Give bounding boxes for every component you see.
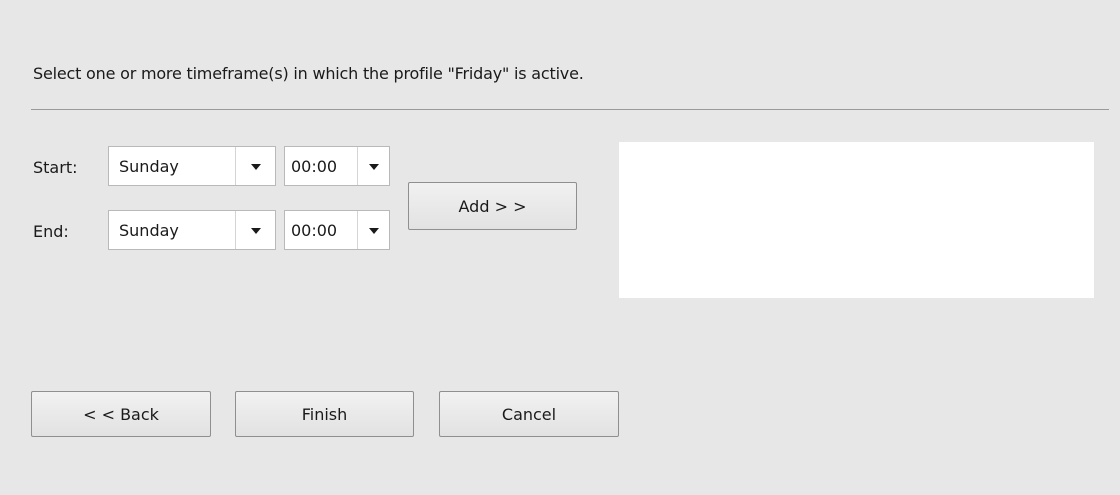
end-day-select[interactable]: Sunday bbox=[108, 210, 276, 250]
chevron-down-icon[interactable] bbox=[369, 164, 379, 170]
start-label: Start: bbox=[33, 158, 78, 177]
start-day-value: Sunday bbox=[119, 157, 179, 176]
end-time-value: 00:00 bbox=[291, 221, 338, 240]
back-button[interactable]: < < Back bbox=[31, 391, 211, 437]
add-timeframe-button[interactable]: Add > > bbox=[408, 182, 577, 230]
start-time-select[interactable]: 00:00 bbox=[284, 146, 390, 186]
dropdown-separator bbox=[235, 211, 236, 249]
chevron-down-icon[interactable] bbox=[251, 164, 261, 170]
dropdown-separator bbox=[357, 211, 358, 249]
divider bbox=[31, 109, 1109, 110]
chevron-down-icon[interactable] bbox=[369, 228, 379, 234]
end-day-value: Sunday bbox=[119, 221, 179, 240]
chevron-down-icon[interactable] bbox=[251, 228, 261, 234]
start-time-value: 00:00 bbox=[291, 157, 338, 176]
dropdown-separator bbox=[357, 147, 358, 185]
cancel-button[interactable]: Cancel bbox=[439, 391, 619, 437]
instruction-text: Select one or more timeframe(s) in which… bbox=[33, 64, 584, 83]
finish-button[interactable]: Finish bbox=[235, 391, 414, 437]
end-label: End: bbox=[33, 222, 69, 241]
timeframe-list[interactable] bbox=[619, 142, 1094, 298]
start-day-select[interactable]: Sunday bbox=[108, 146, 276, 186]
end-time-select[interactable]: 00:00 bbox=[284, 210, 390, 250]
dropdown-separator bbox=[235, 147, 236, 185]
